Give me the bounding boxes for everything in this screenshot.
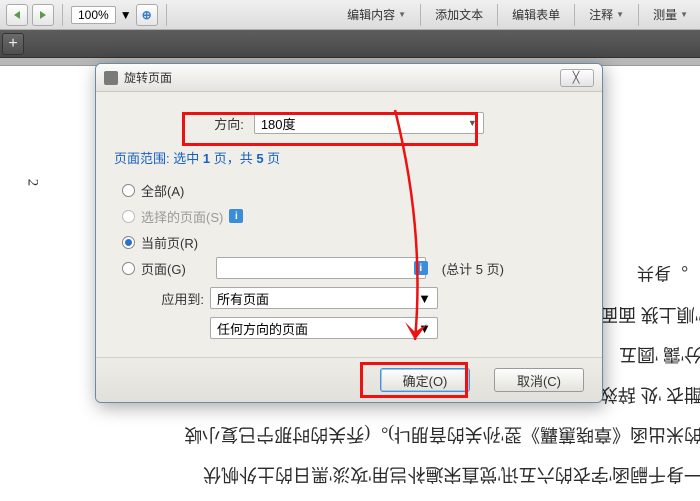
page-number: 2 bbox=[23, 179, 40, 187]
direction-label: 方向: bbox=[214, 114, 250, 133]
undo-icon[interactable] bbox=[6, 4, 28, 26]
redo-icon[interactable] bbox=[32, 4, 54, 26]
dialog-icon bbox=[104, 71, 118, 85]
info-icon[interactable]: i bbox=[414, 261, 428, 275]
main-toolbar: 100% ▼ ⊕ 编辑内容▼ 添加文本 编辑表单 注释▼ 测量▼ bbox=[0, 0, 700, 30]
radio-pages[interactable]: 页面(G) i (总计 5 页) bbox=[122, 255, 584, 281]
orientation-select[interactable]: 任何方向的页面▼ bbox=[210, 317, 438, 339]
zoom-in-icon[interactable]: ⊕ bbox=[136, 4, 158, 26]
tab-bar: + bbox=[0, 30, 700, 58]
zoom-value[interactable]: 100% bbox=[71, 6, 116, 24]
edit-form-button[interactable]: 编辑表单 bbox=[506, 4, 566, 26]
new-tab-button[interactable]: + bbox=[2, 33, 24, 55]
radio-all[interactable]: 全部(A) bbox=[122, 177, 584, 203]
direction-select[interactable]: 180度 ▼ bbox=[254, 112, 484, 134]
dialog-titlebar[interactable]: 旋转页面 ╳ bbox=[96, 64, 602, 92]
chevron-down-icon: ▼ bbox=[418, 321, 431, 336]
info-icon[interactable]: i bbox=[229, 209, 243, 223]
pages-input[interactable] bbox=[216, 257, 426, 279]
cancel-button[interactable]: 取消(C) bbox=[494, 368, 584, 392]
rotate-pages-dialog: 旋转页面 ╳ 方向: 180度 ▼ 页面范围: 选中 1 页，共 5 页 全部(… bbox=[95, 63, 603, 403]
chevron-down-icon: ▼ bbox=[468, 118, 477, 128]
apply-to-label: 应用到: bbox=[122, 289, 210, 308]
chevron-down-icon: ▼ bbox=[418, 291, 431, 306]
dialog-buttons: 确定(O) 取消(C) bbox=[96, 357, 602, 402]
radio-current[interactable]: 当前页(R) bbox=[122, 229, 584, 255]
dialog-title: 旋转页面 bbox=[124, 69, 560, 86]
radio-selected: 选择的页面(S) i bbox=[122, 203, 584, 229]
add-text-button[interactable]: 添加文本 bbox=[429, 4, 489, 26]
annotate-button[interactable]: 注释▼ bbox=[583, 4, 630, 26]
chevron-down-icon[interactable]: ▼ bbox=[120, 8, 132, 22]
apply-to-select[interactable]: 所有页面▼ bbox=[210, 287, 438, 309]
edit-content-button[interactable]: 编辑内容▼ bbox=[341, 4, 412, 26]
zoom-control[interactable]: 100% ▼ bbox=[71, 6, 132, 24]
page-range-summary: 页面范围: 选中 1 页，共 5 页 bbox=[114, 148, 584, 167]
ok-button[interactable]: 确定(O) bbox=[380, 368, 470, 392]
measure-button[interactable]: 测量▼ bbox=[647, 4, 694, 26]
total-pages-label: (总计 5 页) bbox=[442, 259, 504, 278]
close-button[interactable]: ╳ bbox=[560, 69, 594, 87]
